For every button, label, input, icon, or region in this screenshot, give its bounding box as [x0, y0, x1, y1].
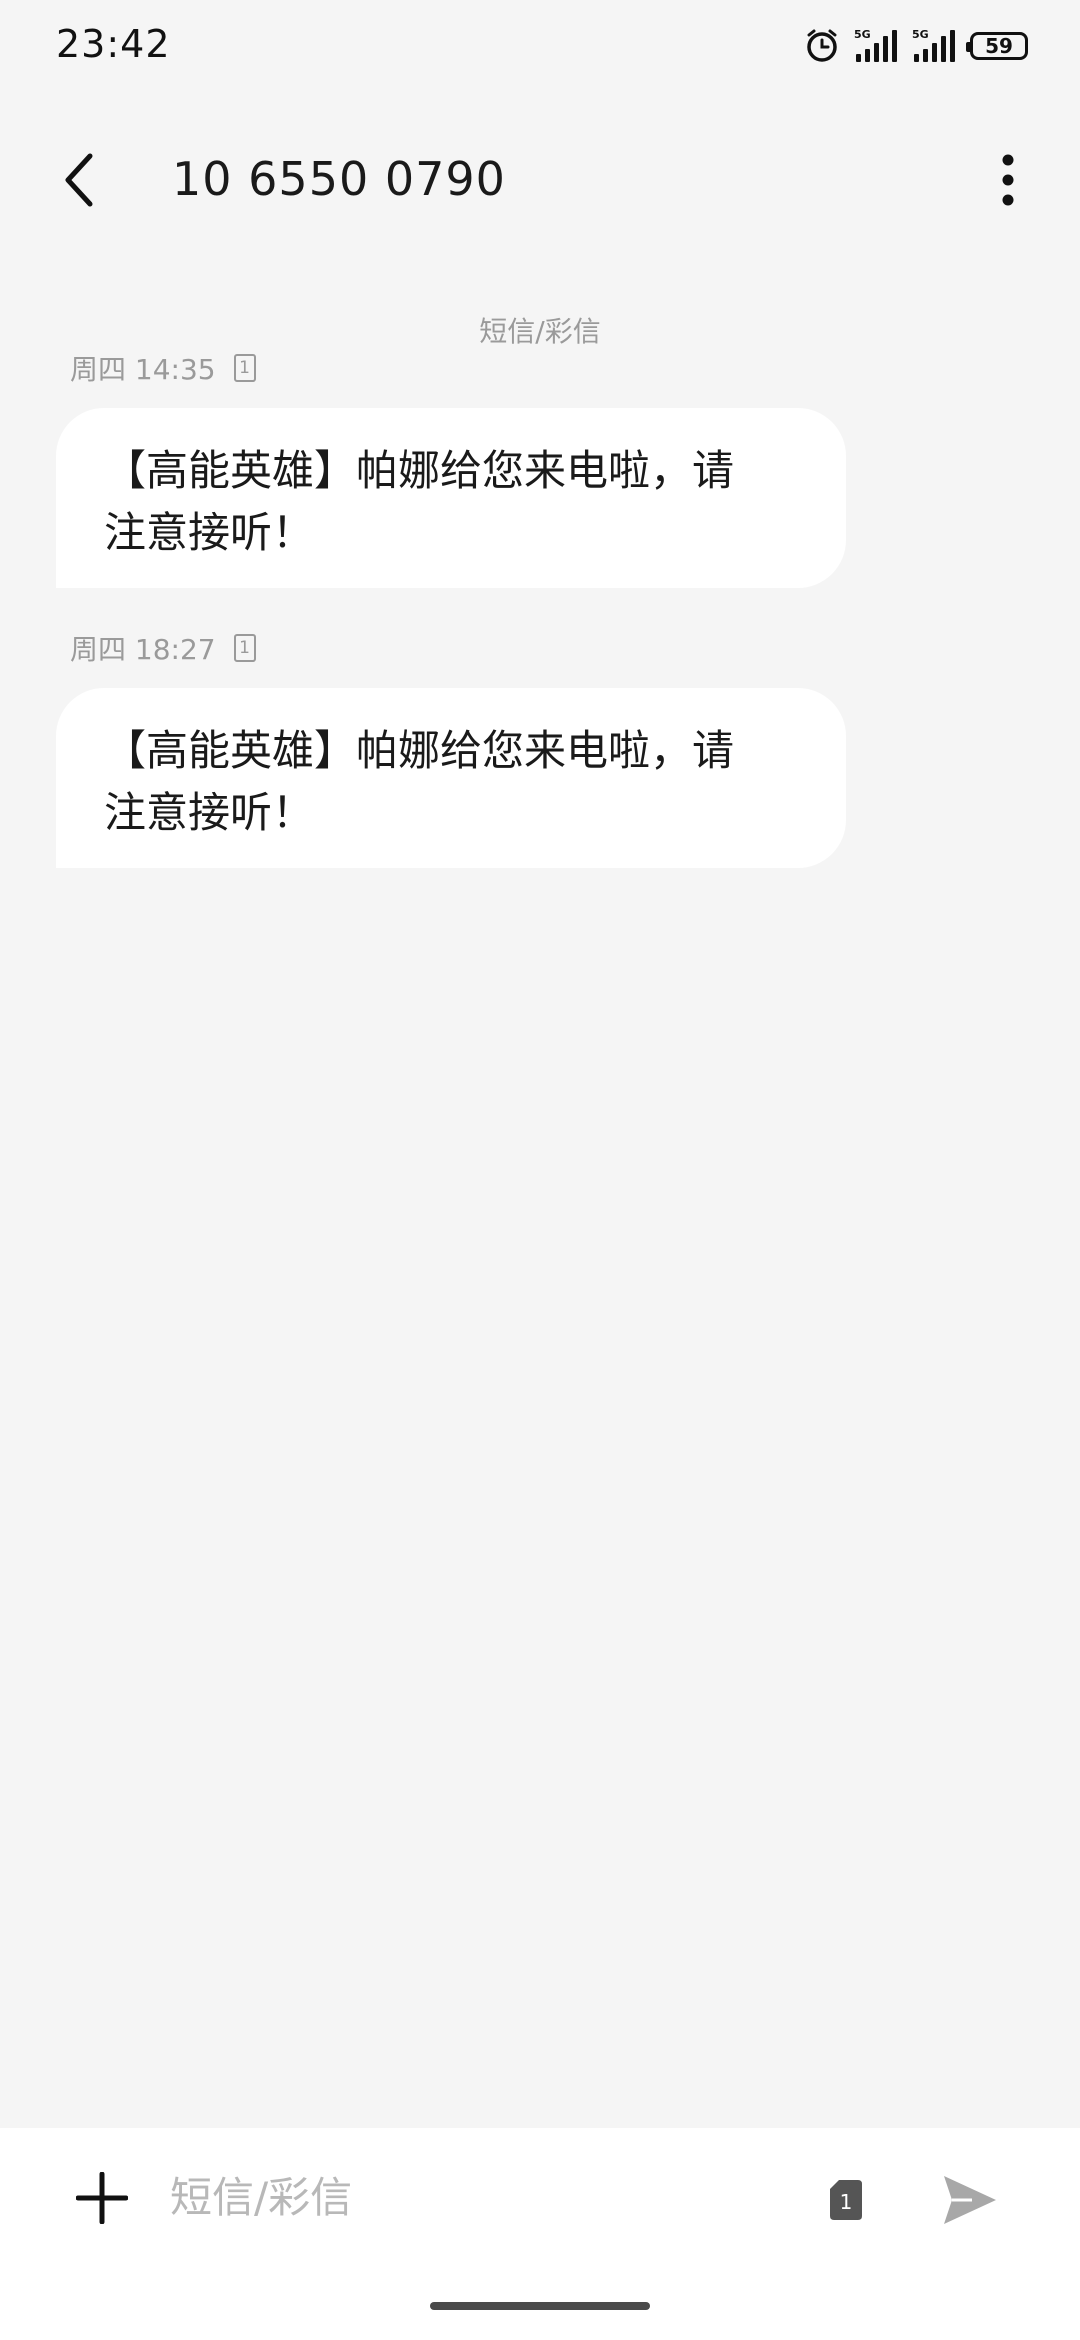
message-bubble[interactable]: 【高能英雄】帕娜给您来电啦，请 注意接听！ — [56, 408, 846, 588]
send-button[interactable] — [938, 2168, 1002, 2232]
contact-title: 10 6550 0790 — [172, 152, 506, 206]
plus-icon — [76, 2172, 128, 2224]
chevron-left-icon — [65, 153, 93, 207]
battery-icon: 59 — [966, 32, 1028, 60]
status-bar: 23:42 5G 5G 59 — [0, 0, 1080, 96]
channel-label: 短信/彩信 — [479, 315, 601, 348]
message-meta: 周四 14:35 1 — [70, 350, 256, 386]
message-text-line: 注意接听！ — [104, 508, 315, 557]
sim-card-icon: 1 — [233, 634, 256, 662]
signal-5g-icon: 5G — [854, 28, 898, 64]
composer-bar: 1 — [0, 2128, 1080, 2340]
sim-select-button[interactable]: 1 — [828, 2178, 864, 2222]
status-time: 23:42 — [56, 22, 171, 66]
signal-5g-icon: 5G — [912, 28, 956, 64]
message-meta: 周四 18:27 1 — [70, 630, 256, 666]
more-vertical-icon — [1002, 154, 1014, 206]
more-options-button[interactable] — [976, 148, 1040, 212]
message-text-line: 注意接听！ — [104, 788, 315, 837]
message-text-line: 【高能英雄】帕娜给您来电啦，请 — [104, 726, 735, 775]
home-indicator[interactable] — [430, 2302, 650, 2310]
send-icon — [944, 2176, 996, 2224]
svg-text:5G: 5G — [912, 28, 929, 41]
battery-level: 59 — [985, 34, 1013, 58]
alarm-clock-icon — [804, 28, 840, 64]
message-text-line: 【高能英雄】帕娜给您来电啦，请 — [104, 446, 735, 495]
message-bubble[interactable]: 【高能英雄】帕娜给您来电啦，请 注意接听！ — [56, 688, 846, 868]
back-button[interactable] — [48, 148, 112, 212]
conversation-header: 10 6550 0790 — [0, 130, 1080, 230]
message-timestamp: 周四 14:35 — [70, 353, 216, 386]
svg-text:1: 1 — [840, 2190, 853, 2214]
sim-card-icon: 1 — [830, 2180, 862, 2220]
message-timestamp: 周四 18:27 — [70, 633, 216, 666]
add-attachment-button[interactable] — [70, 2166, 134, 2230]
message-input[interactable] — [170, 2164, 790, 2230]
svg-text:5G: 5G — [854, 28, 871, 41]
status-icons: 5G 5G 59 — [804, 26, 1028, 66]
sim-card-icon: 1 — [233, 354, 256, 382]
